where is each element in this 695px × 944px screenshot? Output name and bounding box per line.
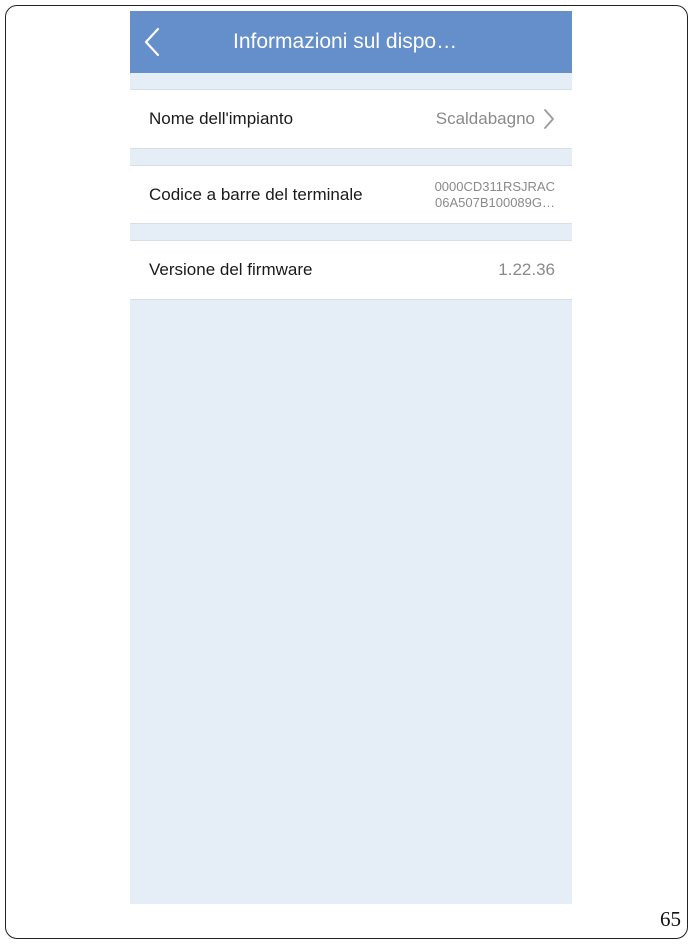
row-terminal-barcode: Codice a barre del terminale 0000CD311RS… [130, 165, 572, 224]
chevron-right-icon [544, 109, 554, 129]
row-device-name[interactable]: Nome dell'impianto Scaldabagno [130, 89, 572, 149]
row-value: Scaldabagno [436, 108, 555, 130]
chevron-left-icon [144, 27, 160, 57]
row-label: Codice a barre del terminale [149, 184, 363, 204]
firmware-version-value: 1.22.36 [498, 260, 555, 279]
page-title: Informazioni sul dispo… [233, 30, 458, 53]
barcode-line-1: 0000CD311RSJRAC [434, 178, 555, 194]
row-label: Nome dell'impianto [149, 109, 294, 128]
page-number: 65 [660, 907, 681, 931]
device-name-value: Scaldabagno [435, 109, 535, 128]
phone-screen: Informazioni sul dispo… Nome dell'impian… [130, 11, 572, 904]
barcode-line-2: 06A507B100089G… [435, 194, 555, 210]
section-gap [130, 149, 572, 165]
barcode-value: 0000CD311RSJRAC 06A507B100089G… [435, 179, 555, 211]
section-gap [130, 224, 572, 240]
app-header: Informazioni sul dispo… [130, 11, 572, 73]
section-gap [130, 73, 572, 89]
back-button[interactable] [130, 11, 174, 73]
row-firmware-version: Versione del firmware 1.22.36 [130, 240, 572, 300]
row-label: Versione del firmware [149, 260, 313, 279]
